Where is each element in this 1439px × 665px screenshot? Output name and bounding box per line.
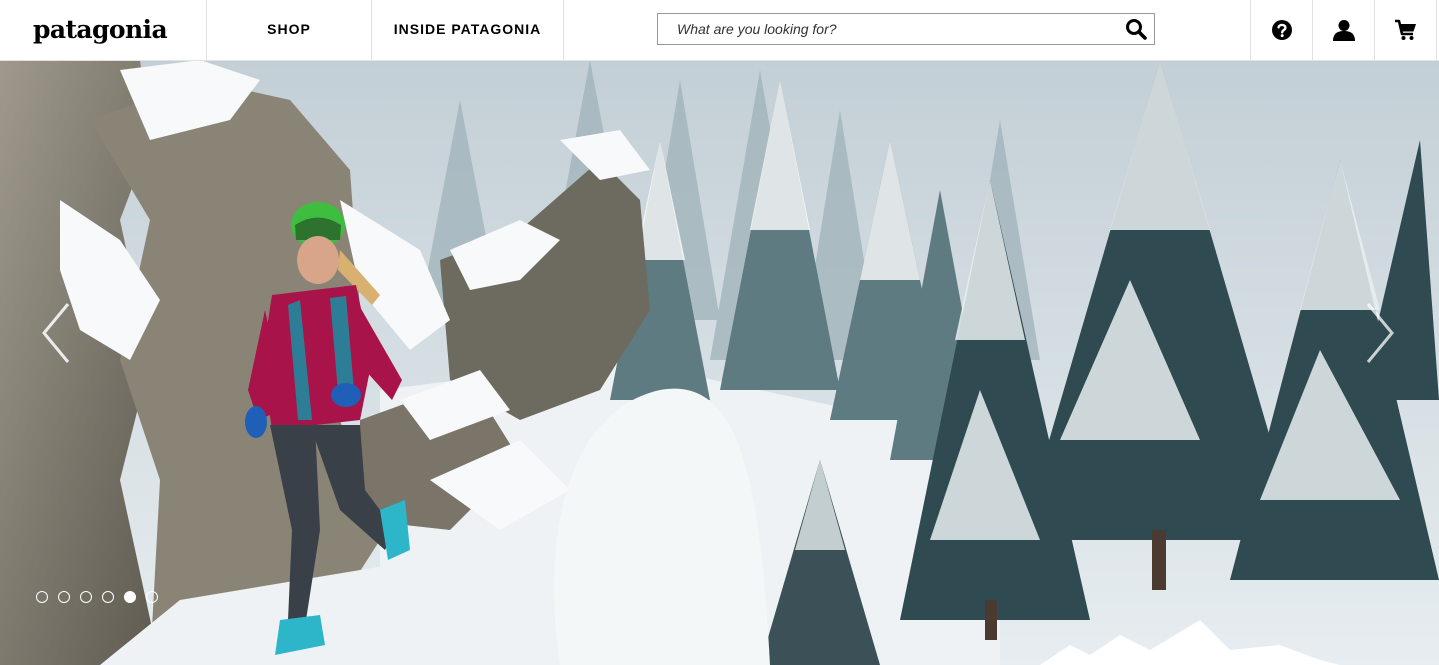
header-divider	[563, 0, 564, 60]
hero-image	[0, 60, 1439, 665]
carousel-prev-button[interactable]	[36, 298, 76, 368]
search-bar	[657, 13, 1155, 45]
carousel-dot-5[interactable]	[124, 591, 136, 603]
site-header: patagonia SHOP INSIDE PATAGONIA	[0, 0, 1439, 61]
cart-icon	[1395, 19, 1416, 40]
header-divider	[1436, 0, 1437, 60]
carousel-next-button[interactable]	[1360, 298, 1400, 368]
patagonia-logo[interactable]: patagonia	[33, 10, 168, 50]
carousel-dot-3[interactable]	[80, 591, 92, 603]
carousel-dot-4[interactable]	[102, 591, 114, 603]
carousel-dot-2[interactable]	[58, 591, 70, 603]
account-button[interactable]	[1313, 0, 1375, 60]
search-button[interactable]	[1125, 18, 1147, 40]
help-button[interactable]	[1251, 0, 1313, 60]
carousel-dot-6[interactable]	[146, 591, 158, 603]
hero-carousel[interactable]	[0, 60, 1439, 665]
chevron-right-icon	[1366, 303, 1394, 363]
nav-shop[interactable]: SHOP	[207, 0, 371, 60]
account-icon	[1333, 20, 1355, 41]
help-icon	[1272, 20, 1292, 40]
nav-inside-patagonia[interactable]: INSIDE PATAGONIA	[372, 0, 563, 60]
search-icon	[1126, 19, 1147, 40]
cart-button[interactable]	[1375, 0, 1437, 60]
chevron-left-icon	[42, 303, 70, 363]
carousel-dot-1[interactable]	[36, 591, 48, 603]
search-input[interactable]	[658, 14, 1113, 44]
